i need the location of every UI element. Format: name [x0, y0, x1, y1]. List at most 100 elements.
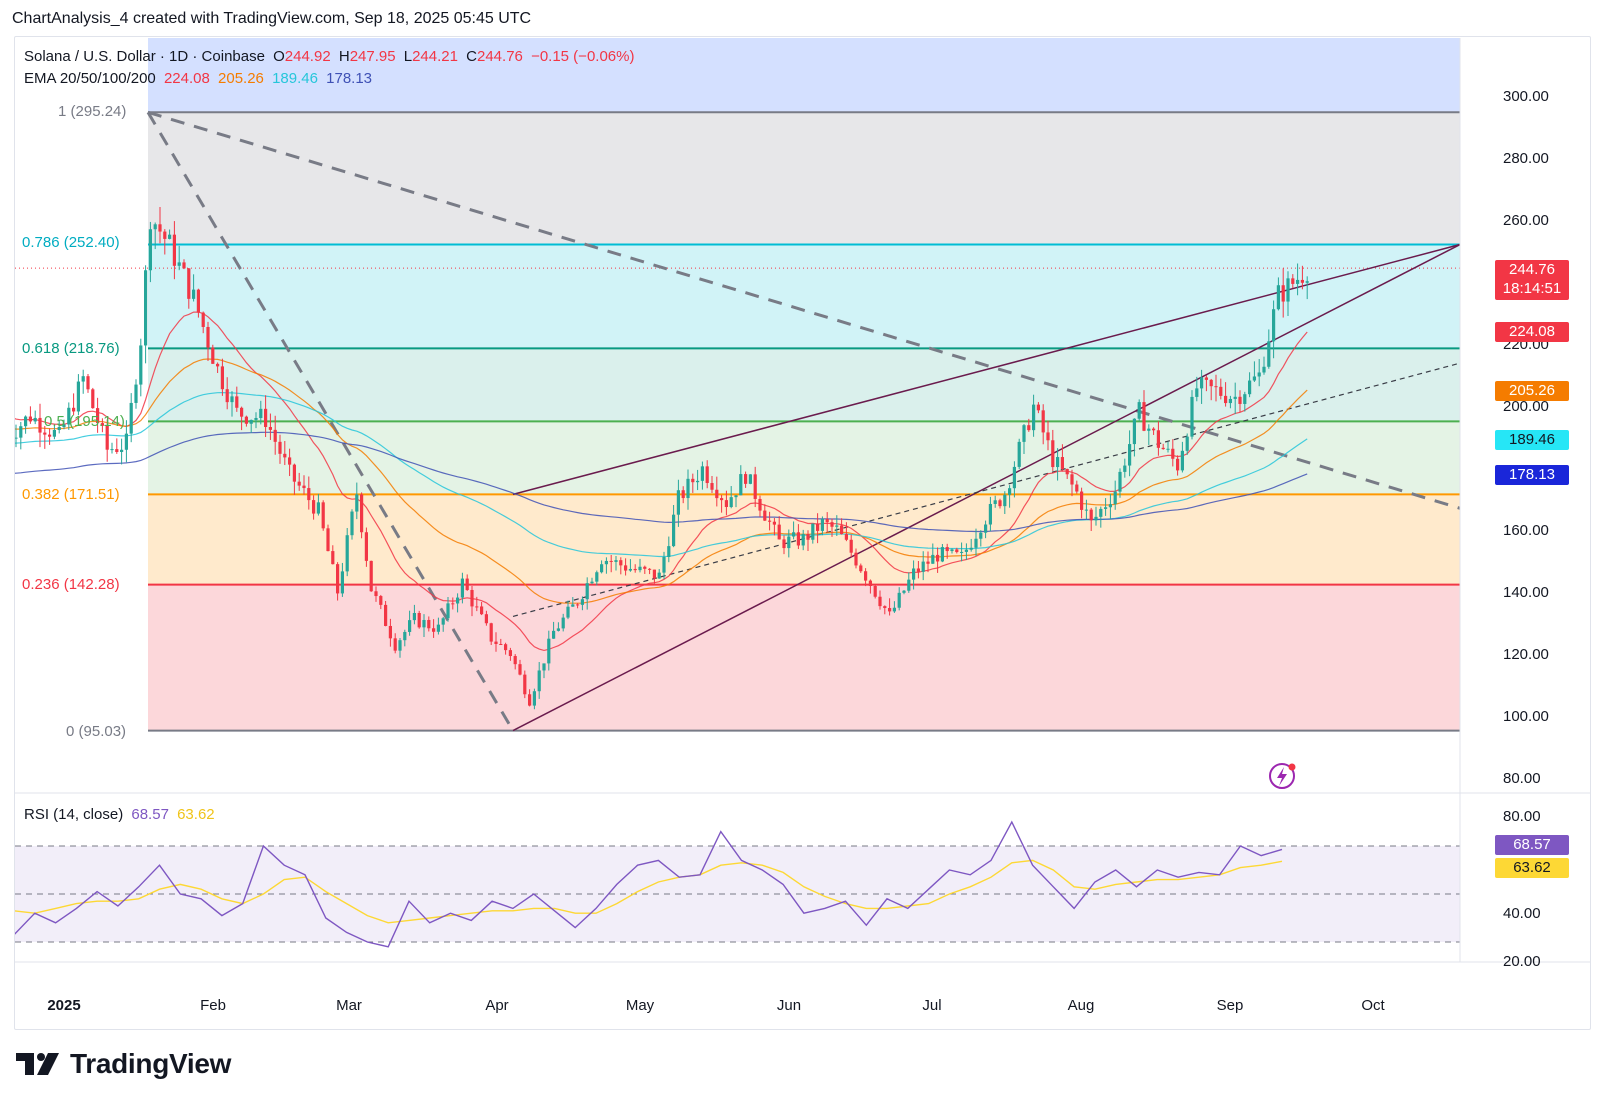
- candle-body: [283, 453, 287, 458]
- candle-body: [998, 500, 1002, 507]
- candle-body: [696, 480, 700, 483]
- candle-body: [624, 565, 628, 571]
- candle-body: [604, 560, 608, 565]
- candle-body: [763, 510, 767, 521]
- low-label: L: [403, 48, 413, 65]
- change-value: −0.15 (−0.06%): [531, 48, 635, 65]
- candle-body: [408, 620, 412, 632]
- candle-body: [422, 619, 426, 628]
- rsi-tick: 80.00: [1503, 808, 1541, 825]
- low-value: 244.21: [412, 48, 458, 65]
- candle-body: [1228, 398, 1232, 404]
- price-tick: 120.00: [1503, 646, 1549, 663]
- candle-body: [307, 488, 311, 501]
- candle-body: [1108, 504, 1112, 508]
- candle-body: [921, 561, 925, 572]
- ema100-tag: 189.46: [1495, 430, 1569, 450]
- rsi-ma-value: 63.62: [177, 806, 215, 823]
- candle-body: [552, 630, 556, 639]
- time-tick: Apr: [485, 997, 509, 1014]
- candle-body: [417, 613, 421, 628]
- tradingview-logo[interactable]: TradingView: [14, 1048, 231, 1080]
- candle-body: [662, 557, 666, 573]
- bar-countdown: 18:14:51: [1502, 280, 1562, 297]
- candle-body: [268, 427, 272, 430]
- price-tick: 260.00: [1503, 212, 1549, 229]
- candle-body: [331, 551, 335, 565]
- candle-body: [153, 224, 157, 230]
- candle-body: [652, 569, 656, 579]
- candle-body: [1060, 457, 1064, 469]
- candle-body: [1257, 372, 1261, 377]
- candle-body: [33, 417, 37, 422]
- candle-body: [1051, 440, 1055, 468]
- candle-body: [1209, 379, 1213, 387]
- fib-label-0786: 0.786 (252.40): [22, 234, 120, 251]
- candle-body: [360, 494, 364, 533]
- candle-body: [1022, 425, 1026, 442]
- candle-body: [393, 638, 397, 651]
- candle-body: [1118, 471, 1122, 492]
- candle-body: [1243, 394, 1247, 404]
- candle-body: [81, 376, 85, 382]
- candle-body: [201, 312, 205, 327]
- candle-body: [816, 523, 820, 531]
- candle-body: [705, 466, 709, 484]
- candle-body: [134, 384, 138, 403]
- candle-body: [1156, 430, 1160, 448]
- candle-body: [412, 613, 416, 621]
- time-tick: Feb: [200, 997, 226, 1014]
- candle-body: [148, 229, 152, 271]
- candle-body: [1305, 281, 1309, 283]
- close-label: C: [466, 48, 477, 65]
- candle-body: [1267, 341, 1271, 367]
- candle-body: [211, 347, 215, 364]
- candle-body: [811, 523, 815, 540]
- candle-body: [585, 583, 589, 600]
- candle-body: [163, 231, 167, 239]
- candle-body: [835, 525, 839, 527]
- candle-body: [254, 417, 258, 420]
- price-chart[interactable]: [0, 0, 1600, 1103]
- candle-body: [1262, 366, 1266, 373]
- candle-body: [1296, 279, 1300, 284]
- candle-body: [1276, 285, 1280, 310]
- high-label: H: [338, 48, 350, 65]
- candle-body: [523, 674, 527, 695]
- candle-body: [556, 628, 560, 631]
- candle-body: [1219, 386, 1223, 396]
- candle-body: [124, 433, 128, 450]
- candle-body: [1147, 428, 1151, 431]
- candle-body: [504, 644, 508, 651]
- price-tick: 80.00: [1503, 770, 1541, 787]
- candle-body: [801, 534, 805, 546]
- candle-body: [446, 603, 450, 619]
- candle-body: [614, 560, 618, 562]
- candle-body: [676, 490, 680, 515]
- candle-body: [830, 522, 834, 527]
- candle-body: [643, 566, 647, 569]
- candle-body: [950, 549, 954, 552]
- candle-body: [681, 490, 685, 499]
- candle-body: [748, 474, 752, 484]
- candle-body: [177, 262, 181, 266]
- candle-body: [993, 500, 997, 504]
- candle-body: [427, 619, 431, 629]
- candle-body: [844, 534, 848, 540]
- symbol-legend: Solana / U.S. Dollar · 1D · Coinbase O24…: [24, 48, 638, 65]
- lightning-bolt: [1277, 767, 1287, 786]
- candle-body: [10, 437, 13, 438]
- candle-body: [648, 568, 652, 570]
- candle-body: [590, 581, 594, 584]
- candle-body: [1161, 447, 1165, 450]
- candle-body: [1123, 465, 1127, 472]
- candle-body: [864, 571, 868, 581]
- ema20-value: 224.08: [163, 70, 210, 87]
- lightning-alert-icon[interactable]: [1269, 763, 1296, 789]
- ema50-value: 205.26: [218, 70, 264, 87]
- candle-body: [460, 578, 464, 598]
- candle-body: [76, 381, 80, 412]
- candle-body: [259, 408, 263, 418]
- candle-body: [820, 519, 824, 531]
- candle-body: [465, 578, 469, 590]
